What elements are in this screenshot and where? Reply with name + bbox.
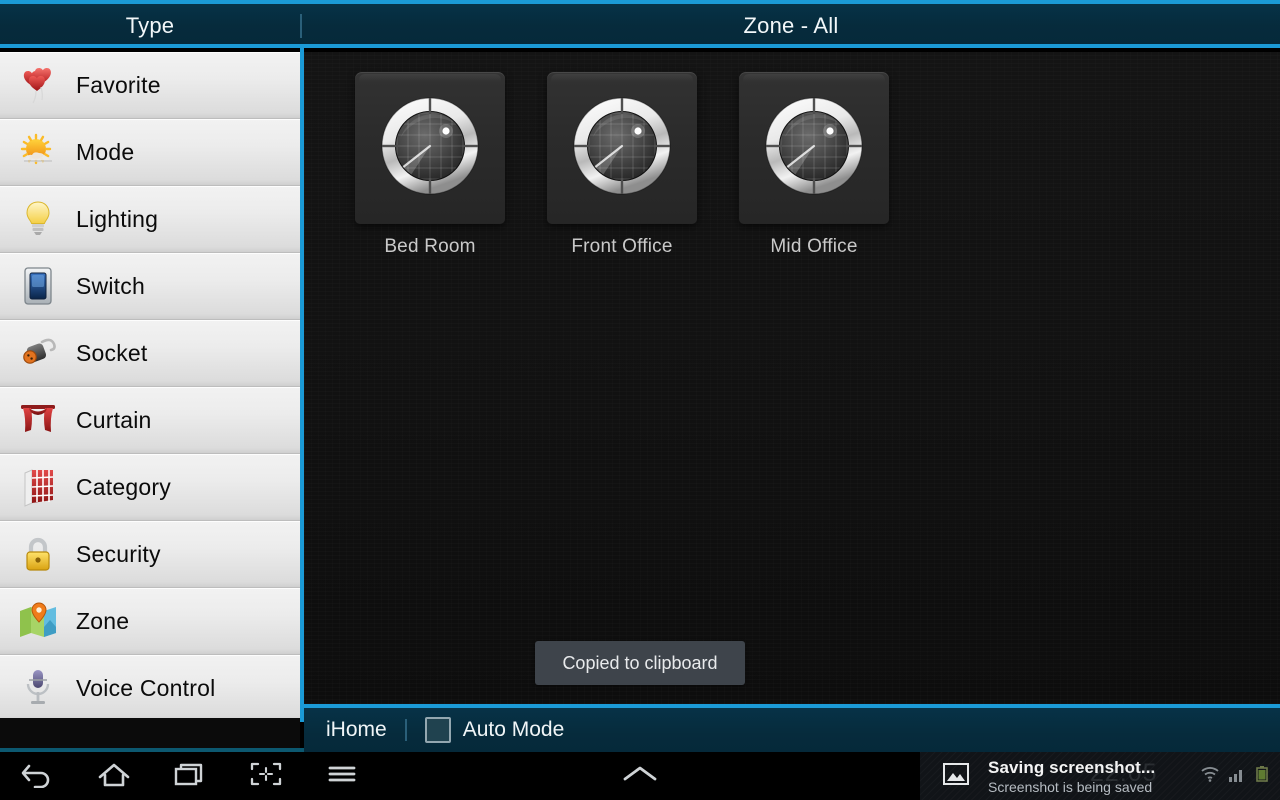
zone-tile-button[interactable] [355, 72, 505, 224]
zone-tile[interactable]: Front Office [526, 72, 718, 258]
screen-root: Type Zone - All Favorite Mode Lighting Swit… [0, 0, 1280, 800]
sidebar-item-label: Lighting [76, 205, 159, 232]
header-type-title: Type [125, 13, 175, 38]
toast-message: Copied to clipboard [535, 641, 745, 685]
padlock-icon [0, 521, 76, 588]
zone-tile-label: Front Office [571, 236, 673, 257]
zone-tile[interactable]: Bed Room [334, 72, 526, 258]
notification-text: Saving screenshot... Screenshot is being… [988, 759, 1155, 794]
sidebar-item-label: Zone [76, 607, 130, 634]
auto-mode-checkbox[interactable] [424, 717, 451, 743]
sidebar-item-label: Socket [76, 339, 148, 366]
sidebar-item-zone[interactable]: Zone [0, 588, 300, 655]
battery-icon [1254, 765, 1270, 788]
sidebar-item-label: Security [76, 540, 161, 567]
screenshot-icon [249, 760, 283, 793]
home-icon [97, 760, 131, 793]
sidebar-item-lighting[interactable]: Lighting [0, 186, 300, 253]
footer-divider [404, 719, 407, 741]
nav-button-group [0, 752, 420, 800]
zone-tile-label: Bed Room [384, 236, 476, 257]
notification-title: Saving screenshot... [988, 757, 1156, 777]
notification-heads-up[interactable]: Saving screenshot... Screenshot is being… [920, 752, 1280, 800]
nav-home-button[interactable] [76, 752, 152, 800]
sidebar-item-category[interactable]: Category [0, 454, 300, 521]
radar-dial-icon [755, 87, 873, 210]
zone-tile-button[interactable] [547, 72, 697, 224]
sidebar-item-label: Curtain [76, 406, 152, 433]
zone-main-panel: Bed Room Front Office Mid Office Copied to… [304, 52, 1280, 704]
sidebar-bottom-filler [0, 718, 300, 752]
type-sidebar[interactable]: Favorite Mode Lighting Switch Socket Curtain C… [0, 52, 300, 718]
app-footer: iHome Auto Mode [304, 704, 1280, 752]
sidebar-item-security[interactable]: Security [0, 521, 300, 588]
wall-switch-icon [0, 253, 76, 320]
radar-dial-icon [371, 87, 489, 210]
sidebar-item-voice-control[interactable]: Voice Control [0, 655, 300, 718]
radar-dial-icon [563, 87, 681, 210]
android-navigation-bar: Saving screenshot... Screenshot is being… [0, 752, 1280, 800]
page-title: Zone - All [743, 13, 839, 38]
sidebar-item-curtain[interactable]: Curtain [0, 387, 300, 454]
zone-tile-label: Mid Office [770, 236, 858, 257]
hamburger-menu-icon [325, 760, 359, 793]
notification-subtitle: Screenshot is being saved [988, 778, 1153, 795]
chevron-up-icon [620, 761, 660, 792]
zone-tile-button[interactable] [739, 72, 889, 224]
power-plug-icon [0, 320, 76, 387]
nav-recents-button[interactable] [152, 752, 228, 800]
sidebar-item-mode[interactable]: Mode [0, 119, 300, 186]
zone-tile-grid: Bed Room Front Office Mid Office [334, 72, 910, 258]
auto-mode-label: Auto Mode [462, 718, 565, 741]
sidebar-item-label: Category [76, 473, 171, 500]
sidebar-item-label: Mode [76, 138, 135, 165]
wifi-icon [1200, 765, 1220, 788]
nav-expand-button[interactable] [604, 752, 676, 800]
image-picture-icon [942, 761, 970, 792]
zone-tile[interactable]: Mid Office [718, 72, 910, 258]
recents-icon [173, 760, 207, 793]
back-arrow-icon [21, 760, 55, 793]
nav-back-button[interactable] [0, 752, 76, 800]
sidebar-item-socket[interactable]: Socket [0, 320, 300, 387]
toast-text: Copied to clipboard [562, 652, 718, 673]
balloons-hearts-icon [0, 52, 76, 119]
microphone-icon [0, 655, 76, 719]
status-icon-group [1200, 752, 1270, 800]
nav-menu-button[interactable] [304, 752, 380, 800]
nav-screenshot-button[interactable] [228, 752, 304, 800]
app-header: Type Zone - All [0, 4, 1280, 48]
lightbulb-icon [0, 186, 76, 253]
footer-app-name: iHome [326, 718, 387, 741]
sidebar-item-label: Voice Control [76, 674, 216, 701]
curtain-icon [0, 387, 76, 454]
sun-cloud-icon [0, 119, 76, 186]
signal-bars-icon [1228, 765, 1246, 788]
sidebar-item-label: Favorite [76, 71, 161, 98]
sidebar-item-favorite[interactable]: Favorite [0, 52, 300, 119]
shelf-grid-icon [0, 454, 76, 521]
sidebar-item-label: Switch [76, 272, 145, 299]
map-pin-icon [0, 588, 76, 655]
sidebar-item-switch[interactable]: Switch [0, 253, 300, 320]
ihome-app: Type Zone - All Favorite Mode Lighting Swit… [0, 0, 1280, 752]
